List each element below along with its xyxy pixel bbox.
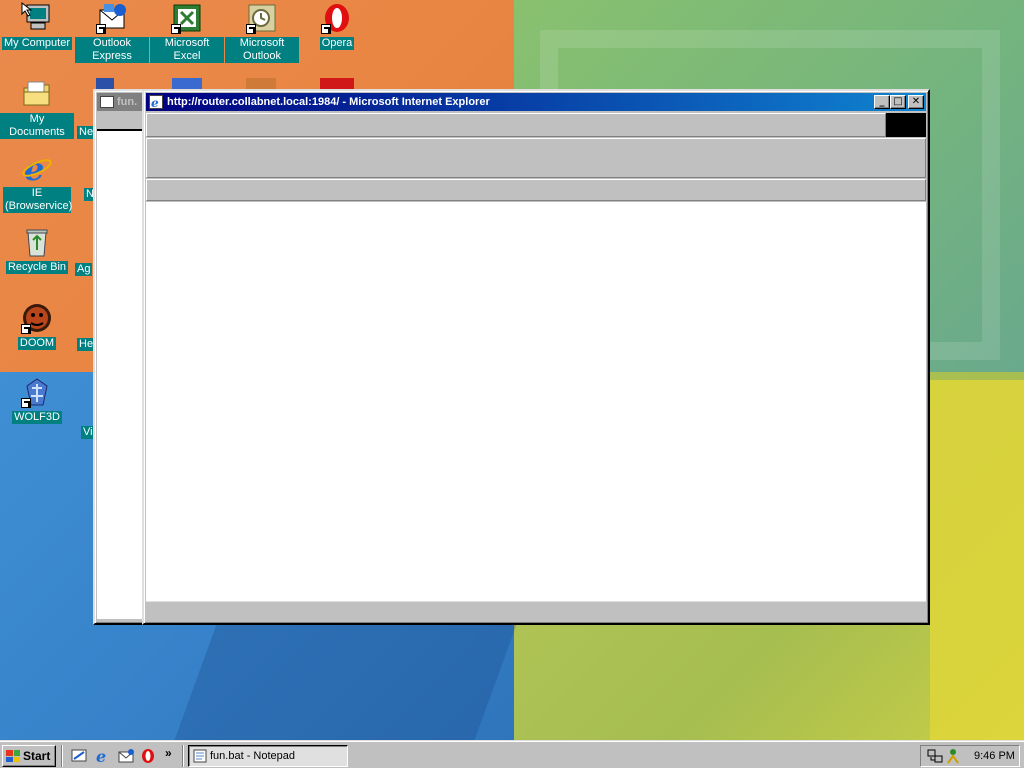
notepad-icon [100,96,114,108]
minimize-button[interactable]: _ [874,95,890,109]
taskbar-button-notepad[interactable]: fun.bat - Notepad [188,745,348,767]
recycle-bin-icon [21,226,53,258]
network-icon[interactable] [927,748,943,764]
windows-logo-icon [6,750,20,762]
desktop-icon-label: IE (Browservice) [3,187,73,213]
menu-bar[interactable] [146,113,886,137]
desktop-icon-label: Outlook Express [75,37,149,63]
outlook-icon [246,2,278,34]
browser-title-bar[interactable]: e http://router.collabnet.local:1984/ - … [146,93,926,111]
outlook-express-icon [96,2,128,34]
folder-icon [21,78,53,110]
desktop-icon-label: Microsoft Excel [150,37,224,63]
clock[interactable]: 9:46 PM [974,750,1015,762]
internet-explorer-icon[interactable]: e [94,747,112,765]
desktop-icon-doom[interactable]: DOOM [0,302,74,350]
start-button[interactable]: Start [2,745,56,767]
excel-icon [171,2,203,34]
taskbar-separator [61,745,63,767]
outlook-express-icon[interactable] [117,747,135,765]
desktop-icon-microsoft-excel[interactable]: Microsoft Excel [150,2,224,63]
quick-launch-chevron[interactable]: » [165,746,172,760]
system-tray: 9:46 PM [920,745,1020,767]
browser-window[interactable]: e http://router.collabnet.local:1984/ - … [142,89,930,625]
desktop-icon-label: WOLF3D [12,411,62,424]
taskbar-button-label: fun.bat - Notepad [210,750,296,762]
address-bar[interactable] [146,179,926,201]
doom-icon [21,302,53,334]
internet-explorer-icon: e [149,95,163,109]
page-content[interactable] [146,202,926,601]
svg-text:e: e [96,748,106,764]
desktop-icon-label: Recycle Bin [5,261,69,274]
desktop-icon-my-documents[interactable]: My Documents [0,78,74,139]
partial-desktop-label: Ag [75,263,93,276]
desktop-icon-my-computer[interactable]: My Computer [0,1,74,50]
my-computer-icon [21,1,53,34]
desktop-icon-label: Microsoft Outlook [225,37,299,63]
close-button[interactable]: ✕ [908,95,924,109]
desktop-icon-recycle-bin[interactable]: Recycle Bin [0,226,74,274]
desktop-icon-label: My Documents [0,113,74,139]
wolf3d-icon [21,376,53,408]
status-bar [146,601,926,621]
throbber-logo [886,113,926,137]
taskbar-separator [182,745,184,767]
desktop-icon-outlook-express[interactable]: Outlook Express [75,2,149,63]
opera-icon [321,2,353,34]
notepad-icon [193,749,207,763]
notepad-title: fun. [117,96,138,108]
desktop-icon-microsoft-outlook[interactable]: Microsoft Outlook [225,2,299,63]
desktop-icon-label: Opera [319,37,355,50]
browser-title: http://router.collabnet.local:1984/ - Mi… [167,96,490,108]
desktop-icon-ie-browservice[interactable]: e IE (Browservice) [0,150,74,213]
desktop-icon-label: DOOM [17,337,57,350]
desktop-icon-opera[interactable]: Opera [300,2,374,50]
opera-icon[interactable] [139,747,157,765]
user-agent-icon[interactable] [946,748,960,764]
show-desktop-icon[interactable] [70,747,88,765]
desktop-icon-label: My Computer [1,37,73,50]
maximize-button[interactable]: □ [890,95,906,109]
start-label: Start [23,749,51,763]
desktop-icon-wolf3d[interactable]: WOLF3D [0,376,74,424]
taskbar: Start e » fun.bat - Notepad 9:46 PM [0,740,1024,768]
toolbar[interactable] [146,138,926,178]
notepad-text-area[interactable] [97,129,145,619]
internet-explorer-icon: e [21,150,53,188]
svg-text:e: e [151,96,159,109]
